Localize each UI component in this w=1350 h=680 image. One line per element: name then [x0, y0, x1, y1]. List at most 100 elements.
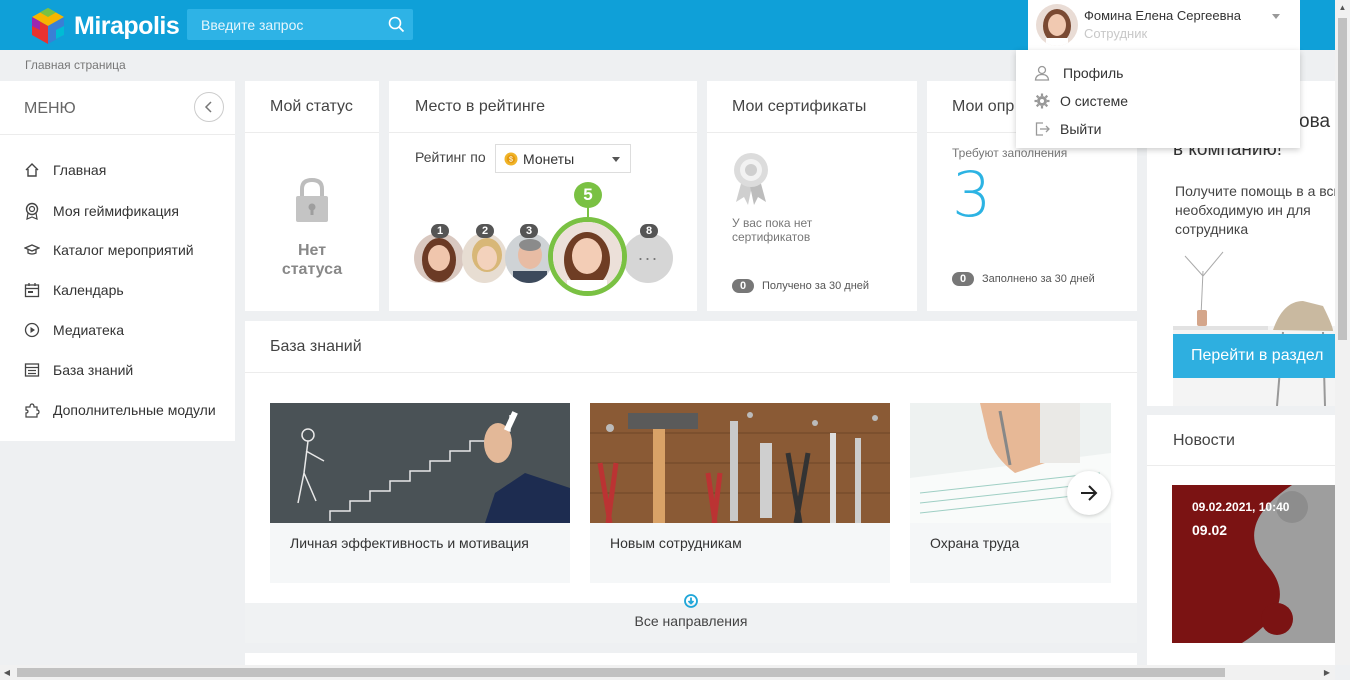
kb-item-label: Новым сотрудникам: [610, 535, 742, 551]
coin-icon: $: [504, 152, 518, 165]
surveys-count-label: Заполнено за 30 дней: [982, 273, 1095, 285]
menu-item-profile[interactable]: Профиль: [1034, 65, 1123, 81]
user-name: Фомина Елена Сергеевна: [1084, 8, 1241, 23]
caret-down-icon: [1272, 14, 1280, 19]
status-text: Нет статуса: [281, 242, 343, 278]
sidebar-item-label: Каталог мероприятий: [53, 242, 194, 258]
calendar-icon: [24, 283, 40, 298]
mirapolis-logo-icon: [32, 8, 64, 44]
my-place-badge: 5: [574, 182, 602, 208]
status-card-title: Мой статус: [270, 98, 353, 115]
surveys-count: 0: [952, 272, 975, 286]
certificates-empty-text: У вас пока нет сертификатов: [732, 216, 813, 244]
certificate-icon: [734, 153, 768, 205]
surveys-need-value[interactable]: 3: [952, 160, 991, 230]
kb-item[interactable]: Личная эффективность и мотивация: [270, 403, 570, 583]
svg-text:$: $: [509, 156, 513, 163]
app-name: Mirapolis: [74, 11, 180, 40]
home-icon: [25, 163, 39, 177]
place-badge: 2: [476, 224, 495, 238]
menu-item-logout[interactable]: Выйти: [1034, 121, 1101, 137]
user-menu-toggle[interactable]: Фомина Елена Сергеевна Сотрудник: [1028, 0, 1300, 50]
sidebar-item-knowledge[interactable]: База знаний: [24, 362, 133, 378]
knowledge-icon: [24, 363, 40, 377]
leaderboard-avatar[interactable]: [505, 233, 553, 283]
menu-item-label: Профиль: [1063, 65, 1124, 81]
next-section-card: [245, 653, 1137, 665]
office-illustration: [1173, 251, 1335, 406]
sidebar-item-media[interactable]: Медиатека: [24, 322, 124, 338]
rating-select[interactable]: $ Монеты: [495, 144, 631, 173]
user-icon: [1034, 65, 1050, 81]
news-headline: 09.02: [1192, 522, 1228, 538]
tools-image: [590, 403, 890, 523]
my-place-value: 5: [583, 185, 593, 204]
sidebar-item-home[interactable]: Главная: [24, 162, 106, 178]
user-dropdown-menu: Профиль О системе Выйти: [1016, 50, 1300, 148]
carousel-next-button[interactable]: [1067, 471, 1111, 515]
sidebar-item-label: Календарь: [53, 282, 124, 298]
scroll-left-icon[interactable]: ◀: [0, 665, 14, 680]
vertical-scroll-thumb[interactable]: [1338, 18, 1347, 340]
app-logo[interactable]: Mirapolis: [28, 6, 180, 46]
knowledge-base-title: База знаний: [270, 338, 362, 355]
news-datetime: 09.02.2021, 10:40: [1192, 500, 1290, 514]
lock-icon: [296, 177, 328, 222]
rating-card-title: Место в рейтинге: [415, 98, 546, 115]
kb-item[interactable]: Новым сотрудникам: [590, 403, 890, 583]
leaderboard-more[interactable]: ···: [623, 233, 673, 283]
sidebar-item-label: База знаний: [53, 362, 134, 378]
kb-item-label: Охрана труда: [930, 535, 1020, 551]
chevron-left-icon: [204, 101, 212, 113]
logout-icon: [1035, 122, 1050, 136]
place-badge: 8: [640, 224, 659, 238]
scroll-right-icon[interactable]: ▶: [1320, 665, 1334, 680]
horizontal-scroll-thumb[interactable]: [17, 668, 1225, 677]
leaderboard-avatar[interactable]: [462, 233, 507, 283]
news-title: Новости: [1173, 432, 1235, 449]
rating-by-label: Рейтинг по: [415, 149, 486, 165]
menu-item-label: Выйти: [1060, 121, 1102, 137]
my-leaderboard-avatar[interactable]: [548, 217, 627, 296]
sidebar-item-calendar[interactable]: Календарь: [24, 282, 124, 298]
more-icon: ···: [637, 247, 659, 268]
search-icon[interactable]: [388, 16, 405, 33]
scroll-up-icon[interactable]: ▲: [1335, 0, 1350, 14]
stairs-image: [270, 403, 570, 523]
user-role: Сотрудник: [1084, 26, 1148, 41]
gear-icon: [1034, 93, 1050, 109]
leaderboard-avatar[interactable]: [414, 233, 464, 283]
collapse-menu-button[interactable]: [194, 92, 224, 122]
menu-item-label: О системе: [1060, 93, 1129, 109]
all-directions-label: Все направления: [634, 613, 748, 629]
play-icon: [24, 322, 40, 338]
sidebar-item-catalog[interactable]: Каталог мероприятий: [24, 242, 194, 258]
sidebar: [0, 81, 235, 441]
promo-title-top: ова: [1299, 111, 1331, 132]
sidebar-item-modules[interactable]: Дополнительные модули: [24, 402, 216, 418]
menu-item-about[interactable]: О системе: [1034, 93, 1128, 109]
top-bar: Mirapolis Фомина Елена Сергеевна Сотрудн…: [0, 0, 1335, 50]
search-box: [187, 9, 413, 40]
sidebar-title: МЕНЮ: [24, 100, 76, 117]
sidebar-item-gamification[interactable]: Моя геймификация: [24, 202, 179, 220]
search-input[interactable]: [187, 9, 413, 40]
certificates-card-title: Мои сертификаты: [732, 98, 867, 115]
avatar: [1036, 4, 1078, 46]
kb-item-label: Личная эффективность и мотивация: [290, 535, 529, 551]
news-item[interactable]: 09.02.2021, 10:40 09.02: [1172, 485, 1335, 643]
horizontal-scrollbar[interactable]: ◀ ▶: [0, 665, 1335, 680]
news-card: Новости 09.02.2021, 10:40 09.02: [1147, 415, 1335, 665]
all-directions-link[interactable]: Все направления: [600, 594, 782, 629]
certificates-count: 0: [732, 279, 755, 293]
place-badge: 1: [431, 224, 450, 238]
vertical-scrollbar[interactable]: ▲: [1335, 0, 1350, 665]
caret-down-icon: [612, 157, 620, 162]
sidebar-item-label: Дополнительные модули: [53, 402, 216, 418]
place-connector: [587, 207, 589, 217]
award-icon: [25, 202, 39, 220]
sidebar-item-label: Моя геймификация: [53, 203, 179, 219]
arrow-down-circle-icon: [684, 594, 698, 608]
breadcrumb[interactable]: Главная страница: [25, 58, 126, 72]
go-to-section-button[interactable]: Перейти в раздел: [1173, 334, 1335, 378]
